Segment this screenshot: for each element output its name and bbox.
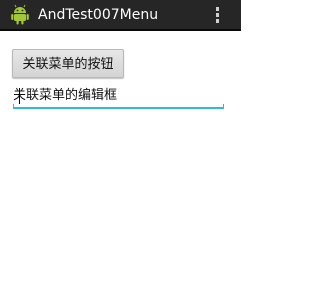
edit-field-underline xyxy=(13,104,224,109)
action-bar: AndTest007Menu xyxy=(0,0,241,31)
menu-dot xyxy=(216,13,219,17)
overflow-menu-icon[interactable] xyxy=(209,5,227,25)
android-robot-icon xyxy=(11,4,29,25)
menu-dot xyxy=(216,19,219,23)
menu-dot xyxy=(216,7,219,11)
context-menu-edit-field[interactable]: 关联菜单的编辑框 xyxy=(13,85,225,109)
text-cursor xyxy=(19,88,20,104)
app-screen: AndTest007Menu 关联菜单的按钮 关联菜单的编辑框 xyxy=(0,0,241,304)
app-title: AndTest007Menu xyxy=(38,7,159,23)
edit-field-text: 关联菜单的编辑框 xyxy=(13,88,118,103)
context-menu-button[interactable]: 关联菜单的按钮 xyxy=(12,49,124,78)
